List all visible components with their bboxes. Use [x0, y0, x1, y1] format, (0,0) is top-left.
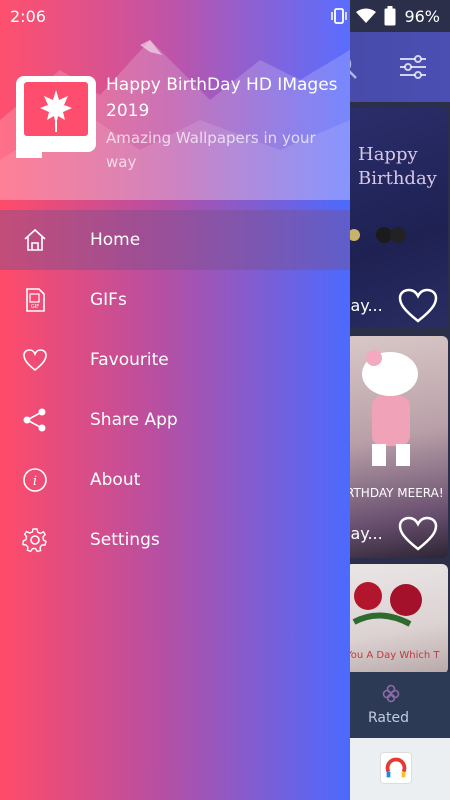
app-subtitle: Amazing Wallpapers in your way — [106, 129, 316, 171]
menu-label: Settings — [90, 530, 160, 550]
app-title: Happy BirthDay HD IMages 2019 — [106, 75, 338, 121]
menu-label: Share App — [90, 410, 178, 430]
cake-figure — [362, 350, 418, 466]
heart-icon[interactable] — [398, 516, 438, 552]
wallpaper-card[interactable]: You A Day Which T — [346, 564, 448, 674]
battery-icon — [384, 6, 396, 26]
card-overlay-text: Happy Birthday — [358, 144, 437, 189]
logo-text: WALLPAPER — [30, 136, 83, 145]
rated-icon[interactable] — [380, 682, 402, 704]
share-icon — [23, 408, 46, 432]
cake-decoration — [348, 227, 406, 243]
status-time: 2:06 — [10, 6, 46, 26]
heart-icon — [23, 349, 47, 372]
menu-item-home[interactable]: Home — [0, 210, 350, 270]
menu-item-gifs[interactable]: GIF GIFs — [0, 270, 350, 330]
card-caption: lay... — [346, 296, 383, 315]
menu-item-favourite[interactable]: Favourite — [0, 330, 350, 390]
status-icons: 96% — [330, 6, 440, 26]
menu-label: Home — [90, 230, 141, 250]
vibrate-icon — [331, 8, 348, 24]
svg-text:GIF: GIF — [31, 304, 39, 310]
gif-file-icon: GIF — [26, 288, 45, 312]
home-icon — [24, 228, 46, 251]
roses-decoration — [352, 582, 422, 627]
menu-label: GIFs — [90, 290, 127, 310]
card-overlay-text: You A Day Which T — [346, 650, 440, 661]
filter-icon[interactable] — [396, 50, 430, 84]
menu-item-about[interactable]: i About — [0, 450, 350, 510]
wifi-icon — [356, 8, 377, 23]
menu-label: Favourite — [90, 350, 169, 370]
battery-percent: 96% — [404, 6, 440, 26]
ad-app-icon[interactable] — [380, 752, 412, 784]
menu-item-share-app[interactable]: Share App — [0, 390, 350, 450]
menu-label: About — [90, 470, 141, 490]
card-overlay-text: RTHDAY MEERA! — [346, 486, 444, 500]
svg-text:i: i — [33, 474, 37, 489]
drawer-menu: Home GIF GIFs Favourite Share App i Abou… — [0, 210, 350, 570]
card-caption: lay... — [346, 524, 383, 543]
info-icon: i — [23, 468, 47, 492]
app-logo: WALLPAPER — [16, 76, 96, 158]
status-bar: 2:06 96% — [0, 0, 450, 32]
navigation-drawer: WALLPAPER Happy BirthDay HD IMages 2019 … — [0, 0, 350, 800]
menu-item-settings[interactable]: Settings — [0, 510, 350, 570]
heart-icon[interactable] — [398, 288, 438, 324]
gear-icon — [22, 528, 47, 553]
tab-rated-label[interactable]: Rated — [368, 710, 409, 726]
